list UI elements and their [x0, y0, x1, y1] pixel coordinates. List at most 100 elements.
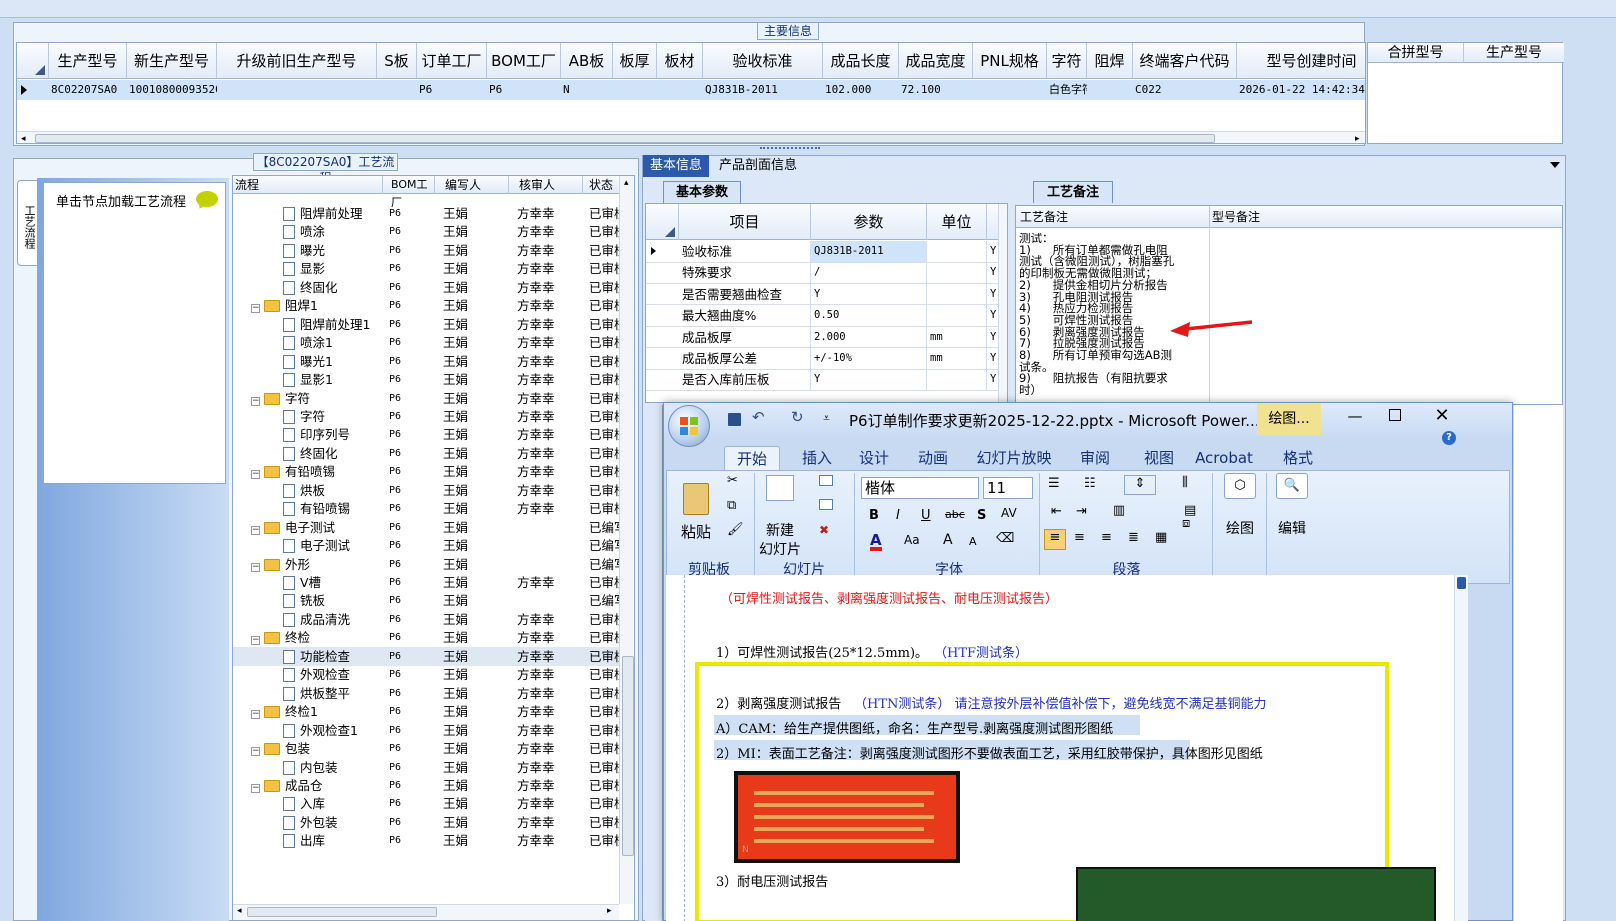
col-production-model[interactable]: 生产型号	[1464, 43, 1564, 63]
main-col-header[interactable]: 升级前旧生产型号	[217, 43, 377, 79]
text-direction-button[interactable]: ⫼	[1182, 475, 1188, 490]
tree-row[interactable]: 终固化 P6 王娟 方幸幸 已审核	[233, 444, 633, 463]
new-slide-button-line1[interactable]: 新建	[758, 520, 802, 540]
change-case-button[interactable]: Aa	[904, 533, 920, 547]
strikethrough-button[interactable]: abc	[945, 508, 965, 521]
tree-row[interactable]: 铣板 P6 王娟 已编写	[233, 591, 633, 610]
main-cell[interactable]: 72.100	[899, 80, 973, 100]
tree-row[interactable]: − 字符 P6 王娟 方幸幸 已审核	[233, 389, 633, 408]
tree-row[interactable]: − 有铅喷锡 P6 王娟 方幸幸 已审核	[233, 462, 633, 481]
slide-canvas[interactable]: （可焊性测试报告、剥离强度测试报告、耐电压测试报告） 1）可焊性测试报告(25*…	[666, 575, 1454, 921]
line-spacing-button[interactable]: ⇕	[1124, 475, 1156, 495]
delete-slide-icon[interactable]: ✖	[819, 523, 829, 537]
merge-model-grid[interactable]: 合拼型号 生产型号	[1367, 42, 1564, 144]
param-cell-value[interactable]: QJ831B-2011	[811, 241, 927, 262]
col-param[interactable]: 参数	[811, 204, 927, 240]
collapse-icon[interactable]: −	[251, 747, 260, 757]
col-merge-model[interactable]: 合拼型号	[1368, 43, 1464, 63]
tree-row[interactable]: 烘板 P6 王娟 方幸幸 已审核	[233, 481, 633, 500]
main-cell[interactable]: QJ831B-2011	[703, 80, 823, 100]
tree-row[interactable]: − 阻焊1 P6 王娟 方幸幸 已审核	[233, 296, 633, 315]
tree-row[interactable]: 字符 P6 王娟 方幸幸 已审核	[233, 407, 633, 426]
char-spacing-button[interactable]: AV	[1001, 506, 1017, 520]
ribbon-tab[interactable]: Acrobat	[1182, 446, 1266, 470]
main-cell[interactable]	[217, 80, 377, 100]
main-col-header[interactable]: S板	[377, 43, 417, 79]
layout-icon[interactable]	[819, 475, 833, 486]
param-cell-value[interactable]: 0.50	[811, 305, 927, 327]
param-row[interactable]: 是否需要翘曲检查 Y Y	[646, 283, 999, 306]
main-col-header[interactable]: BOM工厂	[487, 43, 561, 79]
col-unit[interactable]: 单位	[927, 204, 987, 240]
collapse-icon[interactable]: −	[251, 470, 260, 480]
cut-icon[interactable]: ✂	[727, 473, 738, 488]
ribbon-tab[interactable]: 视图	[1136, 446, 1182, 470]
tab-basic-info[interactable]: 基本信息	[643, 155, 709, 177]
shrink-font-button[interactable]: A	[969, 535, 977, 548]
ribbon-tab[interactable]: 格式	[1272, 446, 1324, 470]
canvas-vertical-scrollbar[interactable]	[1454, 575, 1468, 921]
main-cell[interactable]	[1087, 80, 1133, 100]
copy-icon[interactable]: ⧉	[727, 498, 736, 513]
main-col-header[interactable]: 成品长度	[823, 43, 899, 79]
editing-icon[interactable]: 🔍	[1276, 473, 1308, 499]
main-col-header[interactable]: 订单工厂	[417, 43, 487, 79]
tree-row[interactable]: − 包装 P6 王娟 方幸幸 已审核	[233, 739, 633, 758]
smartart-button[interactable]: ⧈	[1182, 516, 1190, 531]
collapse-icon[interactable]: −	[251, 304, 260, 314]
col-status[interactable]: 状态	[585, 176, 619, 194]
main-col-header[interactable]: 阻焊	[1087, 43, 1133, 79]
param-row[interactable]: 验收标准 QJ831B-2011 Y	[646, 241, 999, 263]
underline-button[interactable]: U	[921, 508, 931, 523]
align-right-button[interactable]: ≡	[1101, 530, 1112, 545]
align-left-button[interactable]: ≡	[1044, 529, 1066, 550]
format-painter-icon[interactable]: 🖌	[727, 522, 744, 537]
tree-row[interactable]: 喷涂 P6 王娟 方幸幸 已审核	[233, 222, 633, 241]
collapse-icon[interactable]: −	[251, 562, 260, 572]
align-center-button[interactable]: ≡	[1074, 530, 1085, 545]
font-size-select[interactable]: 11	[983, 477, 1033, 499]
collapse-icon[interactable]: −	[251, 636, 260, 646]
help-icon[interactable]: ?	[1442, 431, 1456, 445]
drawing-button[interactable]: 绘图	[1218, 518, 1262, 538]
tree-row[interactable]: 电子测试 P6 王娟 已编写	[233, 536, 633, 555]
bold-button[interactable]: B	[869, 508, 879, 523]
main-cell[interactable]: 10010800093520	[127, 80, 217, 100]
param-cell-value[interactable]: Y	[811, 283, 927, 305]
columns-button[interactable]: ▥	[1104, 503, 1134, 523]
tree-horizontal-scrollbar[interactable]: ◂ ▸	[233, 904, 619, 920]
tree-vertical-scrollbar[interactable]: ▴	[619, 176, 634, 904]
main-col-header[interactable]: 终端客户代码	[1133, 43, 1237, 79]
main-col-header[interactable]: 成品宽度	[899, 43, 973, 79]
tree-row[interactable]: 内包装 P6 王娟 方幸幸 已审核	[233, 758, 633, 777]
tree-row[interactable]: − 电子测试 P6 王娟 已编写	[233, 518, 633, 537]
col-item[interactable]: 项目	[679, 204, 811, 240]
main-cell[interactable]: C022	[1133, 80, 1237, 100]
col-reviewer[interactable]: 核审人	[511, 176, 583, 194]
increase-indent-button[interactable]: ⇥	[1076, 504, 1087, 519]
splitter-handle[interactable]	[760, 147, 820, 153]
italic-button[interactable]: I	[896, 508, 900, 523]
tree-row[interactable]: 显影1 P6 王娟 方幸幸 已审核	[233, 370, 633, 389]
tree-row[interactable]: 阻焊前处理1 P6 王娟 方幸幸 已审核	[233, 315, 633, 334]
bullets-button[interactable]: ☰	[1048, 476, 1060, 491]
scroll-thumb[interactable]	[35, 134, 1215, 143]
main-col-header[interactable]: 板厚	[613, 43, 657, 79]
dropdown-arrow-icon[interactable]	[1550, 162, 1560, 168]
font-color-button[interactable]: A	[870, 533, 882, 551]
tree-row[interactable]: 功能检查 P6 王娟 方幸幸 已审核	[233, 646, 633, 666]
collapse-icon[interactable]: −	[251, 710, 260, 720]
new-slide-icon[interactable]	[766, 475, 794, 501]
tree-row[interactable]: 外观检查 P6 王娟 方幸幸 已审核	[233, 665, 633, 684]
ribbon-tab[interactable]: 审阅	[1067, 446, 1123, 470]
main-col-header[interactable]: 新生产型号	[127, 43, 217, 79]
main-cell[interactable]: P6	[487, 80, 561, 100]
main-cell[interactable]: 白色字符	[1047, 80, 1087, 100]
basic-params-grid[interactable]: 项目 参数 单位 验收标准 QJ831B-2011 Y 特殊要求 / Y 是否需要翘曲检查 Y…	[645, 203, 1008, 403]
collapse-icon[interactable]: −	[251, 396, 260, 406]
main-grid[interactable]: 生产型号 新生产型号 升级前旧生产型号 S板 订单工厂 BOM工厂 AB板 板厚 板材 验收标准成…	[16, 42, 1366, 144]
col-writer[interactable]: 编写人	[437, 176, 509, 194]
param-row[interactable]: 成品板厚 2.000 mm Y	[646, 326, 999, 349]
main-cell[interactable]: 8C02207SA0	[49, 80, 127, 100]
param-row[interactable]: 成品板厚公差 +/-10% mm Y	[646, 348, 999, 370]
